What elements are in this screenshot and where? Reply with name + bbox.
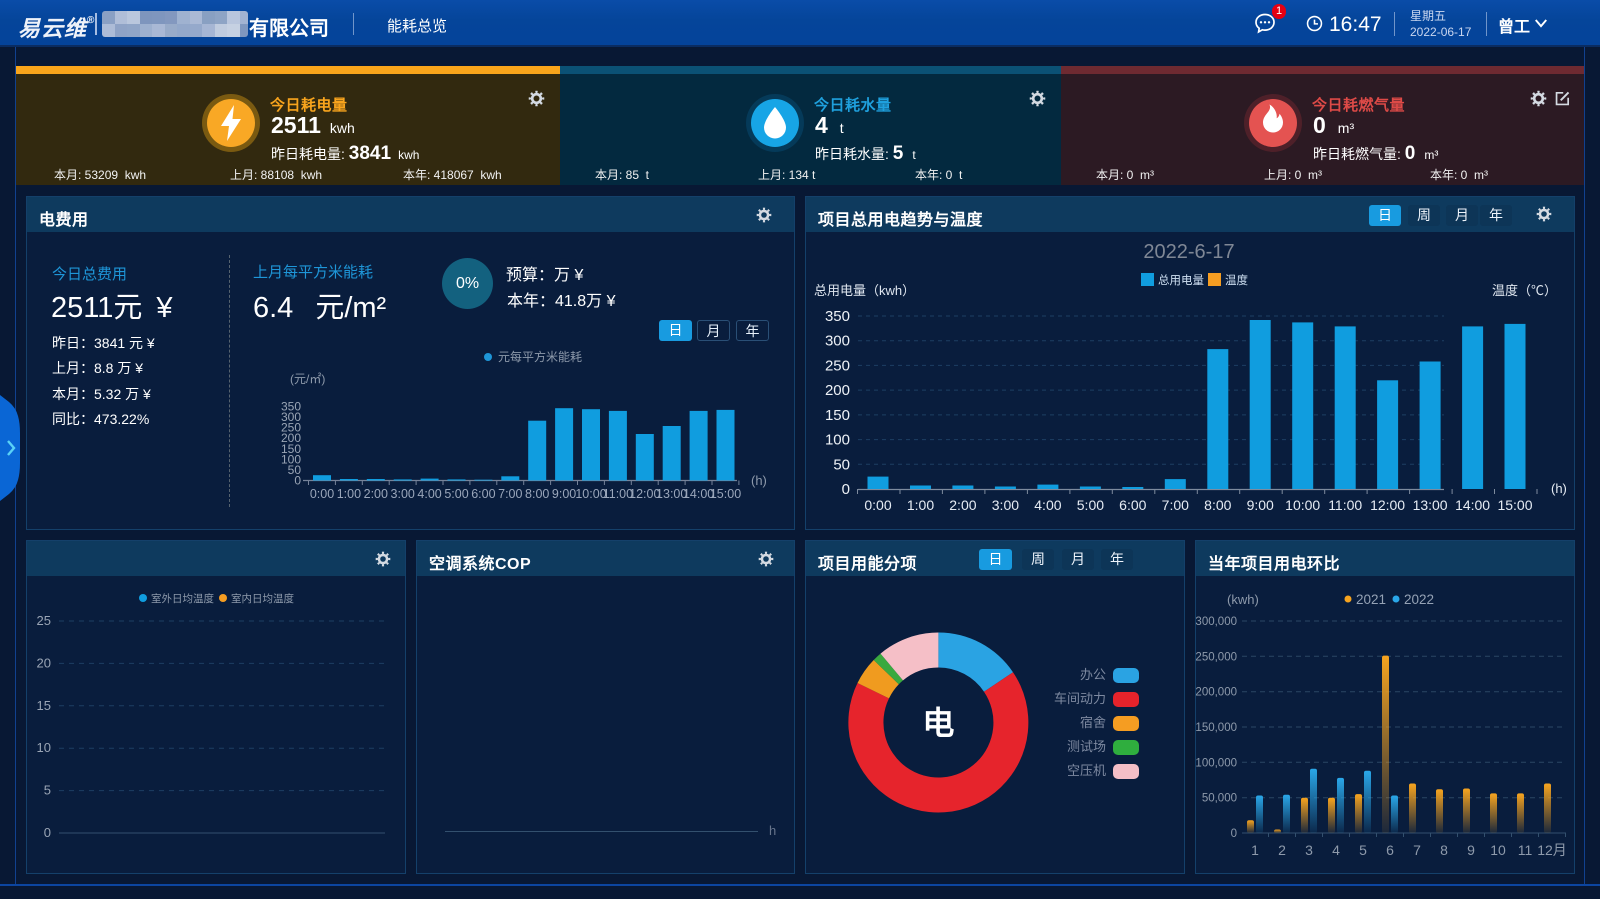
svg-text:2021: 2021 [1356, 592, 1386, 607]
svg-text:10: 10 [1490, 842, 1506, 858]
svg-text:2: 2 [1278, 842, 1286, 858]
svg-text:总用电量（kwh）: 总用电量（kwh） [814, 283, 915, 298]
svg-text:室内日均温度: 室内日均温度 [231, 592, 294, 605]
svg-text:车间动力: 车间动力 [1054, 691, 1106, 706]
svg-text:温度: 温度 [1225, 273, 1248, 287]
svg-text:2:00: 2:00 [364, 487, 388, 501]
svg-text:2022: 2022 [1404, 592, 1434, 607]
svg-text:(h): (h) [1551, 481, 1567, 496]
svg-text:4:00: 4:00 [417, 487, 441, 501]
svg-text:8:00: 8:00 [1204, 497, 1231, 513]
svg-text:2022-6-17: 2022-6-17 [1143, 241, 1234, 263]
svg-text:12月: 12月 [1537, 842, 1567, 858]
svg-text:25: 25 [37, 613, 51, 628]
svg-text:14:00: 14:00 [1455, 497, 1490, 513]
svg-text:温度（℃）: 温度（℃） [1492, 283, 1557, 298]
svg-text:2:00: 2:00 [949, 497, 976, 513]
svg-text:250,000: 250,000 [1195, 651, 1237, 663]
svg-text:9:00: 9:00 [1247, 497, 1274, 513]
svg-text:13:00: 13:00 [1413, 497, 1448, 513]
svg-text:(h): (h) [751, 473, 767, 488]
svg-text:250: 250 [825, 357, 850, 374]
svg-text:3:00: 3:00 [992, 497, 1019, 513]
svg-text:7:00: 7:00 [1162, 497, 1189, 513]
svg-text:11: 11 [1518, 842, 1533, 858]
svg-text:电: 电 [922, 705, 954, 741]
svg-text:1:00: 1:00 [337, 487, 361, 501]
svg-text:0:00: 0:00 [864, 497, 891, 513]
svg-text:350: 350 [825, 308, 850, 325]
svg-text:5:00: 5:00 [444, 487, 468, 501]
svg-text:(kwh): (kwh) [1227, 592, 1259, 607]
svg-text:办公: 办公 [1080, 667, 1106, 682]
svg-text:7: 7 [1413, 842, 1421, 858]
svg-text:300: 300 [825, 333, 850, 350]
svg-text:1: 1 [1251, 842, 1259, 858]
svg-text:6:00: 6:00 [1119, 497, 1146, 513]
svg-text:0:00: 0:00 [310, 487, 334, 501]
svg-text:12:00: 12:00 [1370, 497, 1405, 513]
svg-text:元每平方米能耗: 元每平方米能耗 [498, 349, 582, 364]
svg-text:空压机: 空压机 [1067, 763, 1106, 778]
svg-text:0: 0 [842, 481, 850, 498]
svg-text:10: 10 [37, 740, 51, 755]
svg-text:350: 350 [281, 400, 301, 414]
svg-text:5: 5 [44, 783, 51, 798]
svg-text:8: 8 [1440, 842, 1448, 858]
svg-text:1:00: 1:00 [907, 497, 934, 513]
svg-text:15: 15 [37, 698, 51, 713]
svg-text:100,000: 100,000 [1195, 757, 1237, 769]
svg-text:15:00: 15:00 [1497, 497, 1532, 513]
svg-text:3: 3 [1305, 842, 1313, 858]
svg-text:200: 200 [825, 382, 850, 399]
svg-text:200,000: 200,000 [1195, 687, 1237, 699]
svg-text:20: 20 [37, 655, 51, 670]
svg-text:0: 0 [44, 825, 51, 840]
svg-text:测试场: 测试场 [1067, 739, 1106, 754]
svg-text:6:00: 6:00 [471, 487, 495, 501]
svg-text:室外日均温度: 室外日均温度 [151, 592, 214, 605]
svg-text:100: 100 [825, 432, 850, 449]
svg-text:9:00: 9:00 [552, 487, 576, 501]
svg-text:4:00: 4:00 [1034, 497, 1061, 513]
svg-text:6: 6 [1386, 842, 1394, 858]
svg-text:15:00: 15:00 [710, 487, 741, 501]
svg-text:(元/㎡): (元/㎡) [290, 372, 325, 386]
svg-text:10:00: 10:00 [1285, 497, 1320, 513]
svg-text:50,000: 50,000 [1202, 793, 1237, 805]
svg-text:7:00: 7:00 [498, 487, 522, 501]
svg-text:8:00: 8:00 [525, 487, 549, 501]
svg-text:9: 9 [1467, 842, 1475, 858]
svg-text:总用电量: 总用电量 [1158, 273, 1204, 287]
svg-text:11:00: 11:00 [1328, 497, 1362, 513]
svg-text:50: 50 [833, 456, 850, 473]
svg-text:150: 150 [825, 407, 850, 424]
svg-text:0: 0 [1231, 828, 1237, 840]
svg-text:150,000: 150,000 [1195, 722, 1237, 734]
svg-text:300,000: 300,000 [1195, 616, 1237, 628]
svg-text:5:00: 5:00 [1077, 497, 1104, 513]
svg-text:宿舍: 宿舍 [1080, 715, 1106, 730]
svg-text:3:00: 3:00 [391, 487, 415, 501]
svg-text:5: 5 [1359, 842, 1367, 858]
svg-text:4: 4 [1332, 842, 1340, 858]
